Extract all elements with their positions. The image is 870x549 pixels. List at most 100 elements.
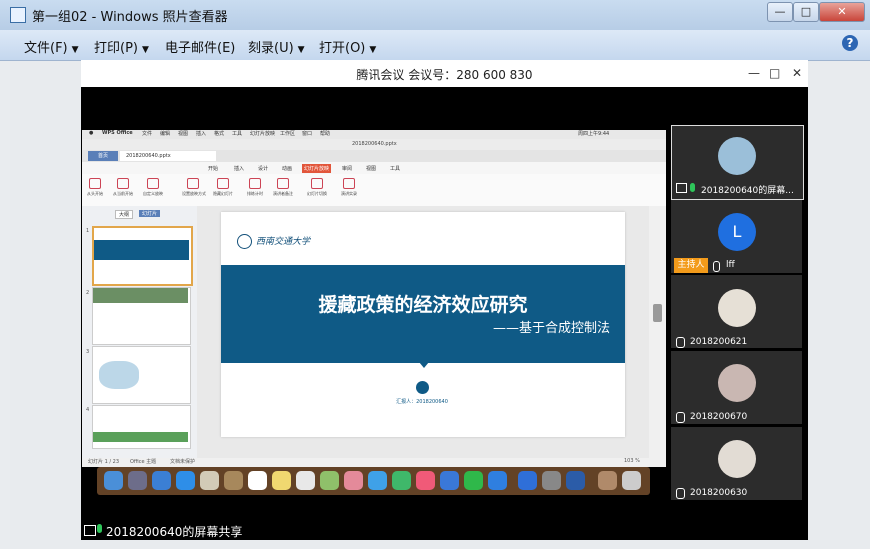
right-toolbar <box>649 206 666 460</box>
slide-reporter: 汇报人：2018200640 <box>396 399 448 405</box>
books-icon[interactable] <box>440 471 459 490</box>
compass-icon[interactable] <box>176 471 195 490</box>
avatar: L <box>718 213 756 251</box>
facetime-icon[interactable] <box>392 471 411 490</box>
menu-print[interactable]: 打印(P) ▼ <box>94 37 149 56</box>
host-badge: 主持人 <box>674 258 708 273</box>
menu-email[interactable]: 电子邮件(E) <box>165 37 235 56</box>
participant-name: lff <box>726 260 735 270</box>
launchpad-icon[interactable] <box>128 471 147 490</box>
mic-on-icon <box>97 524 102 533</box>
ribbon-button[interactable]: 从头开始 <box>84 178 106 197</box>
transition-icon <box>311 178 323 189</box>
music-icon[interactable] <box>416 471 435 490</box>
slide-thumbnail[interactable] <box>92 287 191 345</box>
slide-thumbnail[interactable] <box>92 226 193 286</box>
calendar-icon[interactable] <box>248 471 267 490</box>
mac-menu-item: 帮助 <box>320 131 331 137</box>
play-icon <box>89 178 101 189</box>
slide-title: 援藏政策的经济效应研究 <box>318 294 528 316</box>
mac-menu-item: 幻灯片放映 <box>250 131 276 137</box>
mac-menu-item: 文件 <box>142 131 153 137</box>
ribbon-tab[interactable]: 审阅 <box>342 165 352 172</box>
mac-clock: 周四上午9:44 <box>578 131 610 137</box>
slide-thumbnail[interactable] <box>92 405 191 449</box>
ribbon-button[interactable]: 设置放映方式 <box>182 178 206 197</box>
menu-burn[interactable]: 刻录(U) ▼ <box>248 37 305 56</box>
photos-icon[interactable] <box>344 471 363 490</box>
notes-icon[interactable] <box>272 471 291 490</box>
safari-icon[interactable] <box>152 471 171 490</box>
contacts-icon[interactable] <box>224 471 243 490</box>
record-icon <box>343 178 355 189</box>
ribbon-button[interactable]: 演讲者备注 <box>272 178 294 197</box>
ribbon-button[interactable]: 自定义放映 <box>142 178 164 197</box>
wps-filename: 2018200640.pptx <box>352 141 397 147</box>
mac-menu-item: 工作区 <box>280 131 296 137</box>
thumb-number: 1 <box>86 228 90 234</box>
messages-icon[interactable] <box>368 471 387 490</box>
trash-icon[interactable] <box>622 471 641 490</box>
tab-outline[interactable]: 大纲 <box>115 210 134 219</box>
status-theme: Office 主题 <box>130 459 157 465</box>
avatar <box>718 440 756 478</box>
ribbon-tab[interactable]: 开始 <box>208 165 218 172</box>
chevron-down-icon: ▼ <box>297 45 305 55</box>
university-logo-icon <box>237 234 252 249</box>
ribbon-tab-active[interactable]: 幻灯片放映 <box>302 164 332 173</box>
ribbon-button[interactable]: 演讲实录 <box>338 178 360 197</box>
tab-file[interactable]: 2018200640.pptx <box>120 151 216 161</box>
menu-bar: 文件(F) ▼ 打印(P) ▼ 电子邮件(E) 刻录(U) ▼ 打开(O) ▼ ? <box>0 30 870 61</box>
left-edge <box>0 61 10 549</box>
settings-icon[interactable] <box>542 471 561 490</box>
ribbon-button[interactable]: 从当前开始 <box>112 178 134 197</box>
minimize-button[interactable]: — <box>767 2 793 22</box>
maximize-button[interactable]: □ <box>793 2 819 22</box>
word-icon[interactable] <box>566 471 585 490</box>
tencent-meeting-icon[interactable] <box>488 471 507 490</box>
close-button[interactable]: ✕ <box>819 2 865 22</box>
window-title: 第一组02 - Windows 照片查看器 <box>32 10 228 25</box>
mac-menu-item: WPS Office <box>102 130 133 136</box>
ribbon-tab[interactable]: 动画 <box>282 165 292 172</box>
chevron-down-icon: ▼ <box>71 45 79 55</box>
downloads-icon[interactable] <box>598 471 617 490</box>
meeting-close-button[interactable]: ✕ <box>792 66 802 80</box>
zoom-level[interactable]: 103 % <box>624 458 640 464</box>
wps-icon[interactable] <box>518 471 537 490</box>
mic-muted-icon <box>676 337 685 348</box>
mic-muted-icon <box>676 488 685 499</box>
screen-share-icon <box>84 525 96 536</box>
ribbon-tab[interactable]: 工具 <box>390 165 400 172</box>
timer-icon <box>249 178 261 189</box>
collapse-handle[interactable] <box>653 304 662 322</box>
meeting-minimize-button[interactable]: — <box>748 66 760 80</box>
meeting-maximize-button[interactable]: □ <box>769 66 780 80</box>
mac-menu-item: 工具 <box>232 131 243 137</box>
tab-home[interactable]: 首页 <box>88 151 118 161</box>
help-icon[interactable]: ? <box>842 35 858 51</box>
ribbon-button[interactable]: 排练计时 <box>244 178 266 197</box>
mail-icon[interactable] <box>200 471 219 490</box>
maps-icon[interactable] <box>320 471 339 490</box>
menu-file[interactable]: 文件(F) ▼ <box>24 37 79 56</box>
reporter-icon <box>416 381 429 394</box>
mac-menu-item: 插入 <box>196 131 207 137</box>
ribbon-tab[interactable]: 视图 <box>366 165 376 172</box>
chevron-down-icon: ▼ <box>369 45 377 55</box>
slide-thumbnail[interactable] <box>92 346 191 404</box>
ribbon-button[interactable]: 幻灯片切换 <box>306 178 328 197</box>
wps-statusbar: 幻灯片 1 / 23 Office 主题 文档未保护 103 % <box>82 458 666 467</box>
tab-slides[interactable]: 幻灯片 <box>139 210 161 217</box>
ribbon-tab[interactable]: 插入 <box>234 165 244 172</box>
thumb-bar <box>93 432 188 442</box>
wechat-icon[interactable] <box>464 471 483 490</box>
ribbon-button[interactable]: 隐藏幻灯片 <box>212 178 234 197</box>
mic-muted-icon <box>713 261 720 272</box>
thumb-number: 2 <box>86 290 90 296</box>
finder-icon[interactable] <box>104 471 123 490</box>
reminders-icon[interactable] <box>296 471 315 490</box>
participant-name: 2018200670 <box>690 412 748 422</box>
ribbon-tab[interactable]: 设计 <box>258 165 268 172</box>
menu-open[interactable]: 打开(O) ▼ <box>319 37 376 56</box>
